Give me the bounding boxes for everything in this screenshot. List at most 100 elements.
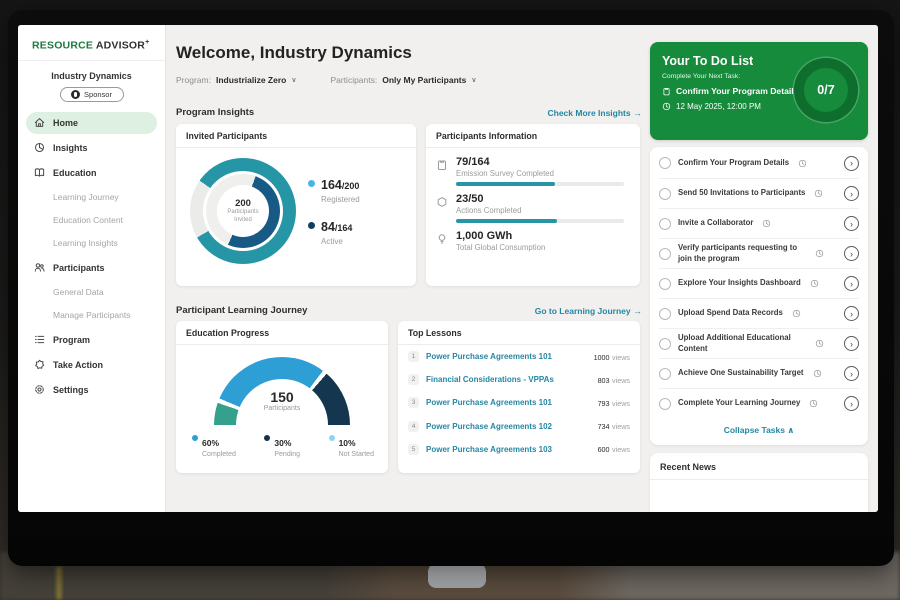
link-label: Check More Insights (547, 108, 630, 118)
sidebar-item-home[interactable]: Home (26, 112, 157, 134)
stat-value: 79/164 (456, 156, 628, 168)
sidebar-item-label: Home (53, 118, 78, 128)
invited-participants-card: Invited Participants 200 Participants In… (176, 124, 416, 286)
task-checkbox[interactable] (659, 338, 671, 350)
donut-center-value: 200 (235, 198, 251, 209)
sidebar-item-label: Education (53, 168, 97, 178)
home-icon (34, 117, 45, 128)
lesson-rank: 2 (408, 374, 419, 385)
task-row: Explore Your Insights Dashboard › (659, 268, 859, 298)
lesson-rank: 4 (408, 421, 419, 432)
task-go-button[interactable]: › (844, 396, 859, 411)
task-go-button[interactable]: › (844, 156, 859, 171)
sidebar-item-settings[interactable]: Settings (26, 379, 157, 401)
task-checkbox[interactable] (659, 278, 671, 290)
chevron-right-icon: › (850, 279, 853, 289)
task-checkbox[interactable] (659, 188, 671, 200)
sidebar-item-manage-participants[interactable]: Manage Participants (26, 305, 157, 326)
sidebar-item-label: Education Content (53, 215, 123, 225)
education-gauge-chart: 150 Participants (214, 357, 350, 425)
todo-panel: Your To Do List Complete Your Next Task:… (650, 42, 868, 512)
lesson-link[interactable]: Power Purchase Agreements 103 (426, 445, 591, 454)
sidebar-item-education-content[interactable]: Education Content (26, 210, 157, 231)
sidebar-item-general-data[interactable]: General Data (26, 282, 157, 303)
card-title: Invited Participants (176, 124, 416, 148)
chevron-down-icon: ∨ (471, 76, 476, 84)
check-more-insights-link[interactable]: Check More Insights → (547, 108, 642, 118)
actions-icon (436, 196, 448, 208)
task-checkbox[interactable] (659, 308, 671, 320)
education-icon (34, 167, 45, 178)
sidebar-item-label: Settings (53, 385, 89, 395)
participants-label: Participants: (330, 75, 377, 85)
settings-icon (34, 384, 45, 395)
task-checkbox[interactable] (659, 218, 671, 230)
plant-stem (56, 566, 62, 600)
app-logo: RESOURCE ADVISOR+ (18, 25, 165, 61)
task-checkbox[interactable] (659, 398, 671, 410)
chevron-right-icon: › (850, 189, 853, 199)
recent-news-card: Recent News (650, 453, 868, 512)
sidebar-item-program[interactable]: Program (26, 329, 157, 351)
clock-icon (810, 279, 819, 288)
recent-news-title: Recent News (650, 453, 868, 480)
clock-icon (792, 309, 801, 318)
chevron-right-icon: › (850, 399, 853, 409)
participants-select[interactable]: Participants: Only My Participants ∨ (330, 75, 476, 85)
task-checkbox[interactable] (659, 368, 671, 380)
stat-value: 1,000 GWh (456, 230, 628, 242)
collapse-tasks-link[interactable]: Collapse Tasks ∧ (659, 418, 859, 441)
chevron-up-icon: ∧ (787, 425, 794, 435)
lesson-link[interactable]: Power Purchase Agreements 101 (426, 352, 587, 361)
logo-resource: RESOURCE (32, 40, 93, 52)
chevron-right-icon: › (850, 219, 853, 229)
task-go-button[interactable]: › (844, 306, 859, 321)
program-select[interactable]: Program: Industrialize Zero ∨ (176, 75, 296, 85)
legend-pending: 30%Pending (264, 433, 300, 458)
go-to-learning-journey-link[interactable]: Go to Learning Journey → (535, 306, 642, 316)
sidebar-item-take-action[interactable]: Take Action (26, 354, 157, 376)
sidebar-item-participants[interactable]: Participants (26, 257, 157, 279)
gauge-legend: 60%Completed 30%Pending 10%Not Started (176, 425, 388, 458)
clock-icon (815, 249, 824, 258)
lesson-link[interactable]: Power Purchase Agreements 101 (426, 398, 591, 407)
sponsor-icon (71, 90, 80, 99)
sidebar-item-label: Manage Participants (53, 310, 131, 320)
insights-icon (34, 142, 45, 153)
screen: RESOURCE ADVISOR+ Industry Dynamics Spon… (18, 25, 878, 512)
task-checkbox[interactable] (659, 248, 671, 260)
task-go-button[interactable]: › (844, 186, 859, 201)
stat-label: Actions Completed (456, 206, 628, 215)
todo-header-card: Your To Do List Complete Your Next Task:… (650, 42, 868, 140)
sidebar-item-learning-insights[interactable]: Learning Insights (26, 233, 157, 254)
program-value: Industrialize Zero (216, 75, 286, 85)
sidebar-item-education[interactable]: Education (26, 162, 157, 184)
legend-not-started: 10%Not Started (329, 433, 374, 458)
task-go-button[interactable]: › (844, 336, 859, 351)
task-label: Explore Your Insights Dashboard (678, 278, 801, 289)
lesson-link[interactable]: Financial Considerations - VPPAs (426, 375, 591, 384)
lesson-rank: 5 (408, 444, 419, 455)
task-go-button[interactable]: › (844, 246, 859, 261)
views-label: views (612, 376, 630, 385)
monitor-bezel: RESOURCE ADVISOR+ Industry Dynamics Spon… (8, 10, 894, 566)
task-label: Upload Spend Data Records (678, 308, 783, 319)
clock-icon (815, 339, 824, 348)
stat-global-consumption: 1,000 GWh Total Global Consumption (436, 230, 628, 256)
link-label: Go to Learning Journey (535, 306, 631, 316)
donut-center-label: Participants Invited (221, 209, 265, 225)
task-go-button[interactable]: › (844, 276, 859, 291)
task-go-button[interactable]: › (844, 366, 859, 381)
lesson-link[interactable]: Power Purchase Agreements 102 (426, 422, 591, 431)
sidebar-item-label: Take Action (53, 360, 103, 370)
top-lessons-card: Top Lessons 1 Power Purchase Agreements … (398, 321, 640, 473)
progress-fill (456, 219, 557, 223)
sidebar-item-learning-journey[interactable]: Learning Journey (26, 187, 157, 208)
sponsor-badge: Sponsor (60, 87, 124, 102)
clipboard-icon (436, 159, 448, 171)
task-go-button[interactable]: › (844, 216, 859, 231)
stat-label: Total Global Consumption (456, 243, 628, 252)
section-title: Program Insights (176, 107, 254, 118)
task-checkbox[interactable] (659, 157, 671, 169)
sidebar-item-insights[interactable]: Insights (26, 137, 157, 159)
